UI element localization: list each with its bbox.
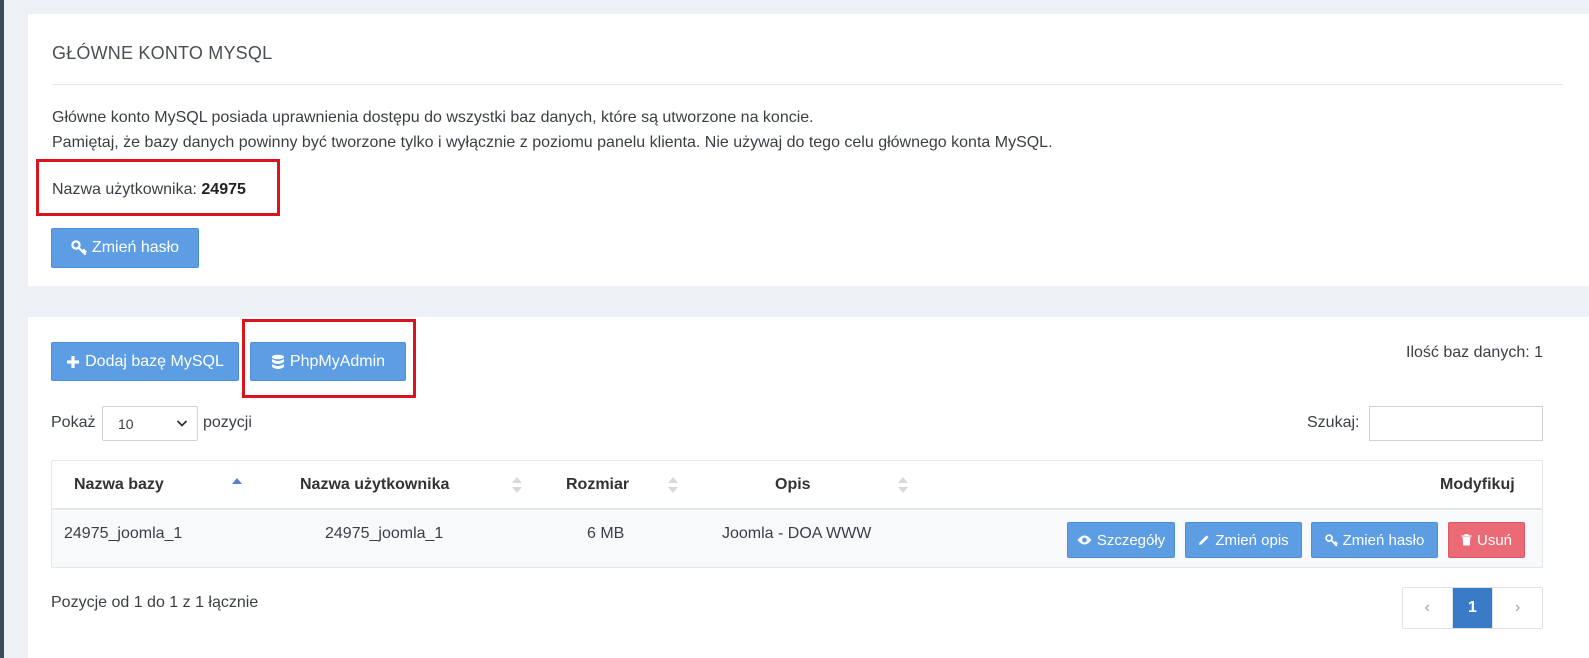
table-row: 24975_joomla_1 24975_joomla_1 6 MB Jooml… (52, 511, 1542, 567)
show-label: Pokaż (51, 414, 96, 431)
trash-icon (1461, 534, 1472, 546)
add-database-button[interactable]: Dodaj bazę MySQL (51, 342, 239, 381)
database-icon (271, 354, 285, 370)
search-label: Szukaj: (1307, 414, 1360, 431)
column-header-name[interactable]: Nazwa bazy (74, 476, 164, 494)
main-account-panel: GŁÓWNE KONTO MYSQL Główne konto MySQL po… (28, 14, 1589, 286)
pagination-prev-button[interactable]: ‹ (1403, 588, 1453, 628)
chevron-down-icon (176, 417, 188, 429)
key-icon (1324, 533, 1338, 547)
details-button[interactable]: Szczegóły (1067, 522, 1175, 558)
plus-icon (66, 355, 80, 369)
change-main-password-button[interactable]: Zmień hasło (51, 228, 199, 268)
sort-both-icon[interactable] (512, 475, 522, 495)
sort-both-icon[interactable] (898, 475, 908, 495)
pagination-summary: Pozycje od 1 do 1 z 1 łącznie (51, 594, 259, 611)
key-icon (71, 240, 87, 256)
description-line-1: Główne konto MySQL posiada uprawnienia d… (52, 109, 814, 126)
change-description-label: Zmień opis (1215, 531, 1289, 549)
username-value: 24975 (201, 181, 246, 198)
search-input[interactable] (1369, 406, 1543, 441)
phpmyadmin-label: PhpMyAdmin (289, 352, 386, 370)
pencil-icon (1198, 534, 1210, 546)
pagination-next-button[interactable]: › (1492, 588, 1542, 628)
title-divider (52, 84, 1563, 85)
cell-db-user: 24975_joomla_1 (325, 525, 444, 542)
page-size-value: 10 (118, 415, 134, 432)
sort-both-icon[interactable] (668, 475, 678, 495)
table-header: Nazwa bazy Nazwa użytkownika Rozmiar Opi… (52, 461, 1542, 510)
eye-icon (1077, 534, 1092, 546)
cell-db-size: 6 MB (587, 525, 625, 542)
description-line-2: Pamiętaj, że bazy danych powinny być two… (52, 134, 1053, 151)
page-size-select[interactable]: 10 (102, 406, 198, 441)
sort-asc-icon[interactable] (232, 475, 242, 495)
delete-button[interactable]: Usuń (1448, 522, 1525, 558)
databases-panel: Dodaj bazę MySQL PhpMyAdmin Ilość baz da… (28, 317, 1589, 658)
change-description-button[interactable]: Zmień opis (1185, 522, 1302, 558)
column-header-modify: Modyfikuj (1440, 476, 1515, 493)
username-label: Nazwa użytkownika: (52, 181, 197, 198)
cell-db-name: 24975_joomla_1 (64, 525, 183, 542)
left-edge-bar (0, 0, 4, 658)
change-main-password-label: Zmień hasło (91, 239, 180, 256)
database-count: Ilość baz danych: 1 (1406, 344, 1543, 361)
column-header-size[interactable]: Rozmiar (566, 476, 629, 494)
phpmyadmin-button[interactable]: PhpMyAdmin (250, 342, 406, 381)
column-header-description[interactable]: Opis (775, 476, 811, 494)
cell-db-description: Joomla - DOA WWW (722, 525, 872, 542)
panel-title: GŁÓWNE KONTO MYSQL (52, 43, 273, 63)
delete-label: Usuń (1476, 531, 1513, 549)
column-header-user[interactable]: Nazwa użytkownika (300, 476, 449, 494)
pagination: ‹ 1 › (1402, 587, 1543, 629)
username-line: Nazwa użytkownika: 24975 (52, 181, 246, 199)
positions-label: pozycji (203, 414, 252, 431)
databases-table: Nazwa bazy Nazwa użytkownika Rozmiar Opi… (51, 460, 1543, 568)
change-db-password-button[interactable]: Zmień hasło (1311, 522, 1438, 558)
pagination-page-1[interactable]: 1 (1452, 588, 1493, 628)
add-database-label: Dodaj bazę MySQL (85, 352, 224, 370)
change-db-password-label: Zmień hasło (1342, 531, 1425, 549)
details-label: Szczegóły (1096, 531, 1166, 549)
